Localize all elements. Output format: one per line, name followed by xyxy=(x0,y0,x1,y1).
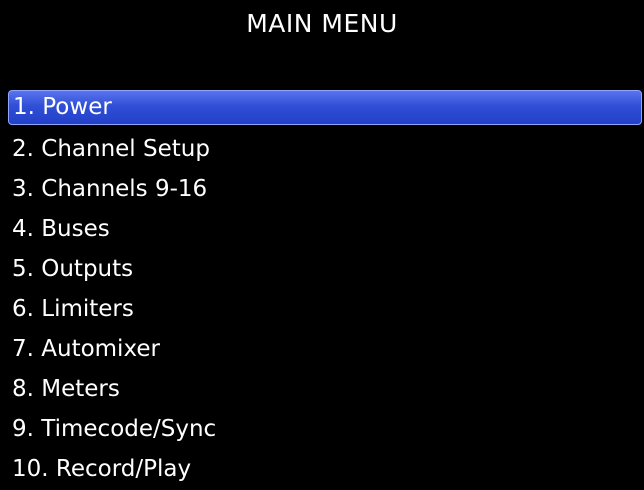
menu-item-timecode-sync[interactable]: 9. Timecode/Sync xyxy=(8,410,642,450)
menu-item-power[interactable]: 1. Power xyxy=(8,90,642,125)
menu-item-record-play[interactable]: 10. Record/Play xyxy=(8,450,642,490)
main-menu-list: 1. Power 2. Channel Setup 3. Channels 9-… xyxy=(8,90,642,490)
menu-item-meters[interactable]: 8. Meters xyxy=(8,370,642,410)
main-menu-screen: MAIN MENU 1. Power 2. Channel Setup 3. C… xyxy=(0,0,644,484)
menu-item-automixer[interactable]: 7. Automixer xyxy=(8,330,642,370)
menu-item-limiters[interactable]: 6. Limiters xyxy=(8,290,642,330)
menu-item-outputs[interactable]: 5. Outputs xyxy=(8,250,642,290)
menu-item-channels-9-16[interactable]: 3. Channels 9-16 xyxy=(8,170,642,210)
menu-item-buses[interactable]: 4. Buses xyxy=(8,210,642,250)
menu-item-channel-setup[interactable]: 2. Channel Setup xyxy=(8,130,642,170)
page-title: MAIN MENU xyxy=(246,9,398,38)
